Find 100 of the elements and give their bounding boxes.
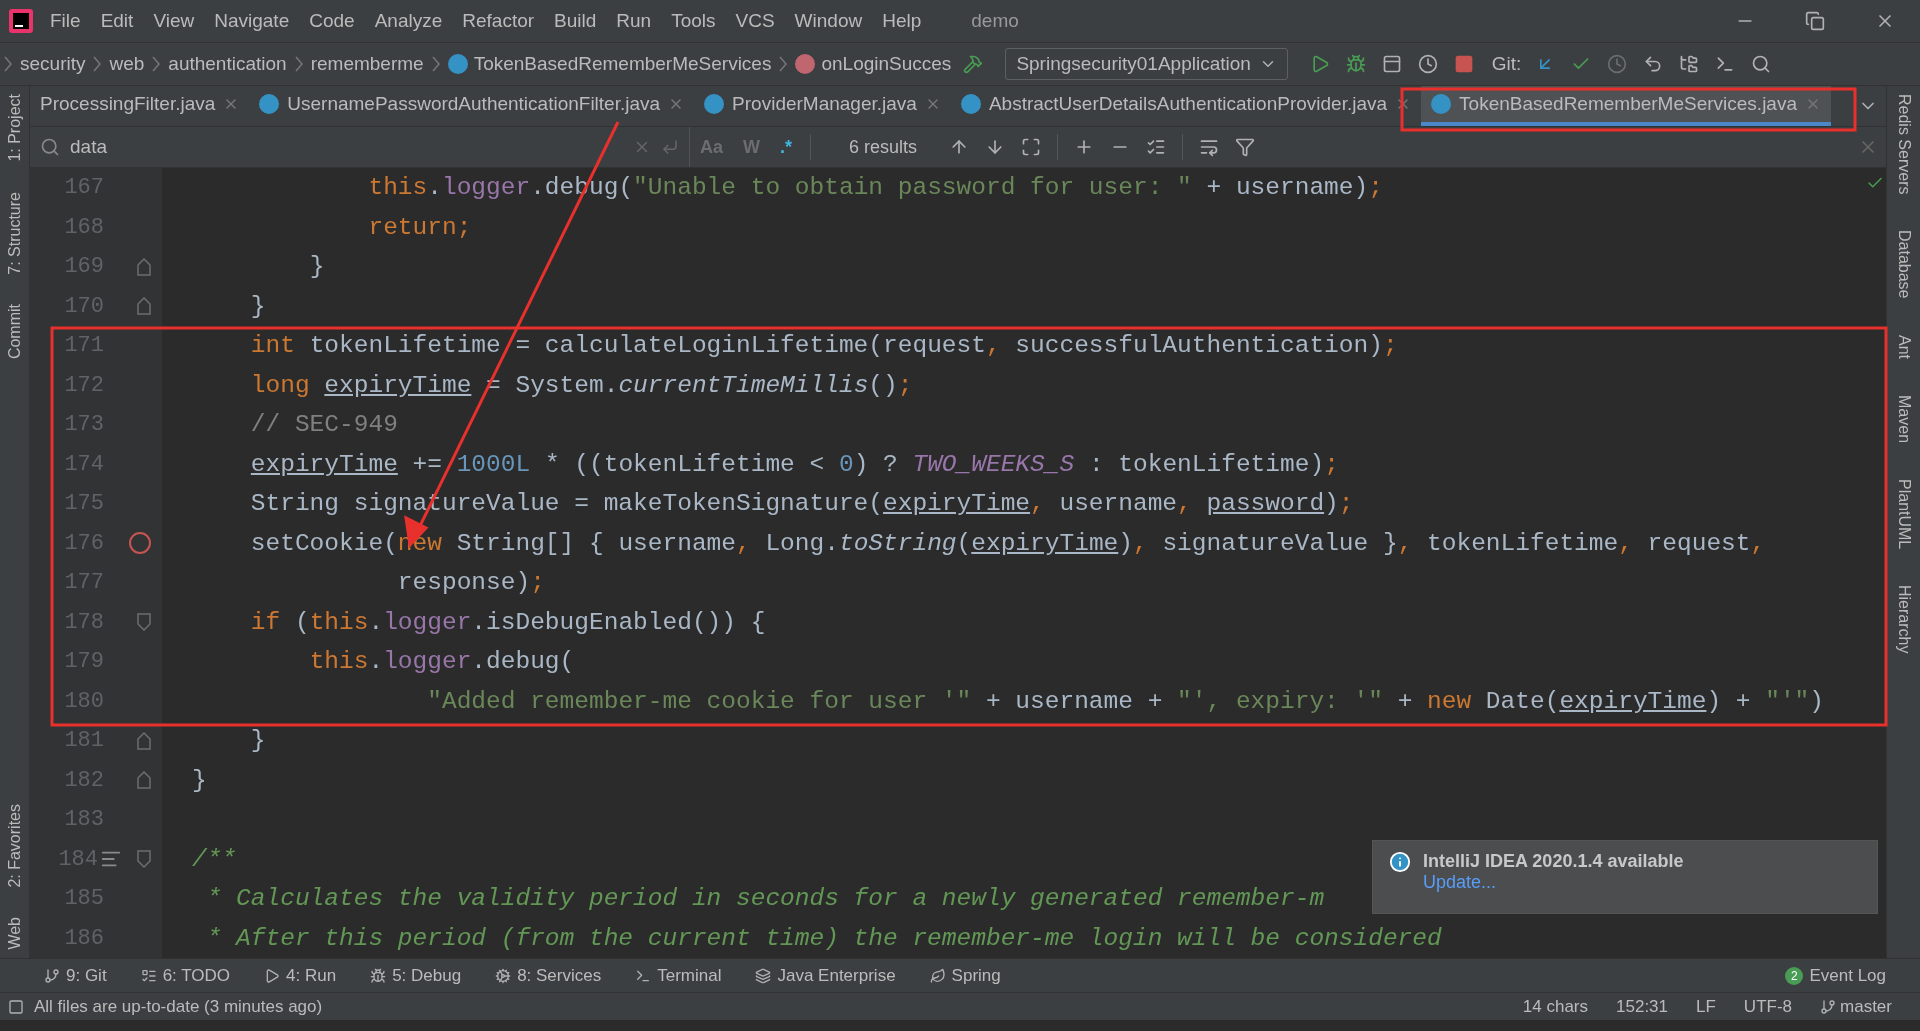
menu-item[interactable]: Navigate <box>204 10 300 32</box>
history-icon[interactable] <box>1607 54 1628 74</box>
profile-icon[interactable] <box>1417 54 1438 74</box>
git-branch-widget[interactable]: master <box>1820 996 1892 1017</box>
tool-window-button[interactable]: Spring <box>929 965 1001 986</box>
editor-tab[interactable]: TokenBasedRememberMeServices.java <box>1421 86 1831 126</box>
breadcrumb[interactable]: security <box>16 53 90 75</box>
code-line: } <box>249 292 266 320</box>
status-item[interactable]: UTF-8 <box>1743 996 1793 1017</box>
breadcrumb[interactable]: TokenBasedRememberMeServices <box>443 53 776 75</box>
breadcrumb[interactable]: onLoginSucces <box>791 53 956 75</box>
list-icon <box>140 967 157 984</box>
tool-window-tab[interactable]: Database <box>1894 230 1913 299</box>
tool-window-button[interactable]: 8: Services <box>495 965 602 986</box>
tool-window-tab[interactable]: Commit <box>5 304 24 360</box>
tool-window-tab[interactable]: 2: Favorites <box>5 803 24 888</box>
coverage-icon[interactable] <box>1381 54 1402 74</box>
code-line: "Added remember-me cookie for user '" + username + "', expiry: '" + new Date(expiryTime) + "'") <box>426 687 1825 715</box>
menu-item[interactable]: Refactor <box>452 10 545 32</box>
menu-item[interactable]: Edit <box>90 10 144 32</box>
tool-window-tab[interactable]: 7: Structure <box>5 191 24 275</box>
leaf-icon <box>929 967 946 984</box>
debug-icon[interactable] <box>1345 54 1366 74</box>
tool-window-button[interactable]: 4: Run <box>264 965 337 986</box>
tool-window-button[interactable]: Java Enterprise <box>755 965 896 986</box>
project-structure-icon[interactable] <box>1679 54 1700 74</box>
search-option-toggle[interactable]: .* <box>780 136 793 158</box>
tool-window-tab[interactable]: Hierarchy <box>1894 585 1913 654</box>
chevron-icon <box>431 56 440 72</box>
select-all-icon[interactable] <box>1021 137 1042 157</box>
menu-item[interactable]: Analyze <box>364 10 453 32</box>
app-logo-icon <box>8 8 34 34</box>
breadcrumb[interactable]: rememberme <box>306 53 428 75</box>
fold-icon[interactable] <box>136 613 152 632</box>
fold-icon[interactable] <box>136 731 152 750</box>
tool-window-tab[interactable]: Web <box>5 917 24 950</box>
tool-window-tab[interactable]: PlantUML <box>1894 479 1913 550</box>
code-line: response); <box>396 569 545 597</box>
code-line: } <box>249 727 266 755</box>
tool-window-button[interactable]: Terminal <box>635 965 722 986</box>
filter-icon[interactable] <box>1235 137 1256 157</box>
tool-window-tab[interactable]: Redis Servers <box>1894 94 1913 195</box>
menu-item[interactable]: Run <box>606 10 662 32</box>
status-item[interactable]: 14 chars <box>1522 996 1588 1017</box>
panel-toggle-icon[interactable] <box>8 998 24 1015</box>
hammer-icon[interactable] <box>963 54 984 74</box>
menu-item[interactable]: VCS <box>725 10 785 32</box>
code-line: /** <box>192 845 237 873</box>
status-message: All files are up-to-date (3 minutes ago) <box>34 996 323 1017</box>
tool-window-button[interactable]: 6: TODO <box>140 965 231 986</box>
code-line: expiryTime += 1000L * ((tokenLifetime < 0) ? TWO_WEEKS_S : tokenLifetime); <box>249 450 1339 478</box>
menu-item[interactable]: View <box>143 10 205 32</box>
layers-icon <box>755 967 772 984</box>
search-field[interactable]: data <box>30 127 690 167</box>
tool-window-tab[interactable]: Ant <box>1894 335 1913 359</box>
filter-options-icon[interactable] <box>1199 137 1220 157</box>
status-item[interactable]: LF <box>1696 996 1716 1017</box>
code-line: int tokenLifetime = calculateLoginLifetime(request, successfulAuthentication); <box>249 332 1398 360</box>
editor-tab[interactable]: UsernamePasswordAuthenticationFilter.java <box>249 86 695 126</box>
editor-tab[interactable]: ProcessingFilter.java <box>30 86 250 126</box>
search-icon[interactable] <box>1751 54 1772 74</box>
method-icon <box>795 54 816 74</box>
status-item[interactable]: 152:31 <box>1616 996 1668 1017</box>
fold-icon[interactable] <box>136 257 152 276</box>
breakpoint-icon[interactable] <box>128 531 152 556</box>
gear-icon <box>495 967 512 984</box>
fold-icon[interactable] <box>136 297 152 316</box>
menu-item[interactable]: Code <box>299 10 365 32</box>
restore-icon[interactable] <box>1805 11 1825 31</box>
notification-title: IntelliJ IDEA 2020.1.4 available <box>1423 851 1684 872</box>
editor-tab[interactable]: ProviderManager.java <box>694 86 951 126</box>
code-line: } <box>308 253 325 281</box>
tool-window-button[interactable]: 9: Git <box>44 965 107 986</box>
menu-item[interactable]: File <box>40 10 91 32</box>
play-icon <box>264 967 281 984</box>
code-line: // SEC-949 <box>249 411 398 439</box>
menu-item[interactable]: Tools <box>661 10 726 32</box>
menu-item[interactable]: Window <box>784 10 873 32</box>
event-log-button[interactable]: 2 Event Log <box>1785 965 1886 986</box>
menu-item[interactable]: Build <box>544 10 607 32</box>
run-configuration-dropdown[interactable]: Springsecurity01Application <box>1005 48 1288 80</box>
breadcrumb[interactable]: authentication <box>164 53 291 75</box>
search-icon <box>40 137 60 157</box>
tool-window-tab[interactable]: 1: Project <box>5 94 24 162</box>
fold-icon[interactable] <box>136 850 152 869</box>
tool-window-button[interactable]: 5: Debug <box>370 965 462 986</box>
stop-icon[interactable] <box>1453 54 1474 74</box>
editor-tab[interactable]: AbstractUserDetailsAuthenticationProvider.java <box>950 86 1422 126</box>
chevron-icon <box>779 56 788 72</box>
git-label: Git: <box>1491 53 1522 75</box>
select-occurrences-icon[interactable] <box>1146 137 1167 157</box>
tool-window-tab[interactable]: Maven <box>1894 395 1913 444</box>
chevron-icon <box>294 56 303 72</box>
newline-icon[interactable] <box>661 138 679 156</box>
code-line: if (this.logger.isDebugEnabled()) { <box>249 608 766 636</box>
fold-icon[interactable] <box>136 771 152 790</box>
update-link[interactable]: Update... <box>1423 872 1497 892</box>
results-count: 6 results <box>849 136 918 158</box>
menu-item[interactable]: Help <box>872 10 932 32</box>
breadcrumb[interactable]: web <box>105 53 149 75</box>
